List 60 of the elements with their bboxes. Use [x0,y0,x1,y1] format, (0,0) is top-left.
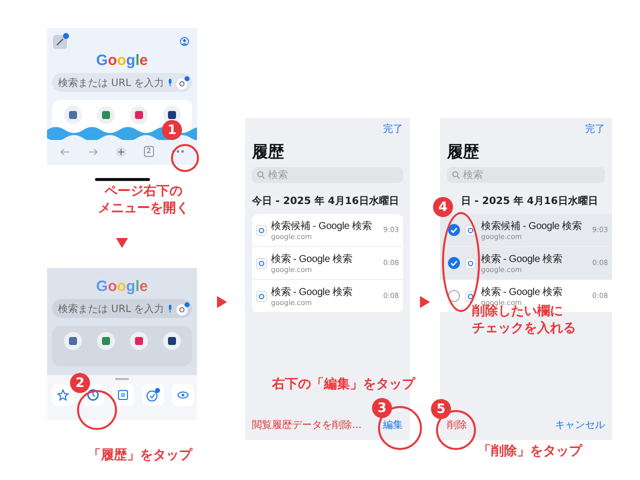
page-title: 履歴 [252,142,285,163]
step-number-badge: 4 [433,197,453,217]
entry-title[interactable]: 検索 - Google 検索 [481,285,588,299]
microphone-icon[interactable] [168,78,172,87]
search-icon [257,171,265,179]
shortcut-icon[interactable] [130,106,148,124]
checkbox[interactable] [448,224,460,236]
camera-search-icon[interactable] [176,300,190,316]
highlight-ring [171,144,199,172]
date-heading: 今日 - 2025 年 4月16日水曜日 [252,194,400,208]
step-caption: 右下の「編集」をタップ [272,376,415,393]
favicon-icon [465,258,476,268]
shortcut-icon[interactable] [162,106,180,124]
microphone-icon[interactable] [168,304,172,313]
favicon-icon [465,290,476,302]
home-indicator [95,178,150,181]
done-button[interactable]: 完了 [585,122,605,136]
reading-list-icon[interactable] [112,384,134,406]
search-field[interactable]: 検索または URL を入力 [52,73,192,92]
entry-title[interactable]: 検索候補 - Google 検索 [481,219,588,233]
done-button[interactable]: 完了 [383,122,403,136]
favicon-icon [465,224,476,236]
delete-button[interactable]: 削除 [447,418,467,432]
eye-icon[interactable] [172,384,194,406]
camera-search-icon[interactable] [176,74,190,90]
down-triangle-icon [116,238,128,248]
checkbox[interactable] [448,257,460,269]
google-logo: Google [96,278,148,295]
search-field[interactable]: 検索 [252,167,403,183]
profile-icon[interactable] [180,36,189,46]
date-heading: 日 - 2025 年 4月16日水曜日 [460,194,599,208]
right-triangle-icon [217,296,227,308]
shortcut-icon[interactable] [162,332,180,350]
checkbox[interactable] [448,290,460,302]
step-caption: 「履歴」をタップ [88,447,192,464]
favicon-icon [256,224,267,236]
shortcut-icon[interactable] [64,332,82,350]
search-icon [452,171,460,179]
entry-title[interactable]: 検索 - Google 検索 [271,252,380,266]
favicon-icon [256,258,267,268]
step-caption: メニューを開く [98,200,189,217]
step-caption: ページ右下の [104,183,184,200]
clear-browsing-data-link[interactable]: 閲覧履歴データを削除... [252,418,362,432]
search-field[interactable]: 検索または URL を入力 [52,299,192,318]
step-caption: 「削除」をタップ [478,443,582,460]
favicon-icon [256,290,267,302]
shortcut-icon[interactable] [64,106,82,124]
page-title: 履歴 [447,142,480,163]
right-triangle-icon [420,296,430,308]
step-caption: チェックを入れる [472,320,576,337]
entry-title[interactable]: 検索 - Google 検索 [271,285,380,299]
search-field[interactable]: 検索 [447,167,605,183]
cancel-button[interactable]: キャンセル [555,418,605,432]
step-number-badge: 5 [431,399,451,419]
google-logo: Google [96,52,148,69]
entry-title[interactable]: 検索候補 - Google 検索 [271,219,380,233]
pen-icon[interactable] [53,33,69,49]
edit-button[interactable]: 編集 [383,418,403,432]
entry-title[interactable]: 検索 - Google 検索 [481,252,588,266]
plus-icon[interactable] [116,146,126,156]
